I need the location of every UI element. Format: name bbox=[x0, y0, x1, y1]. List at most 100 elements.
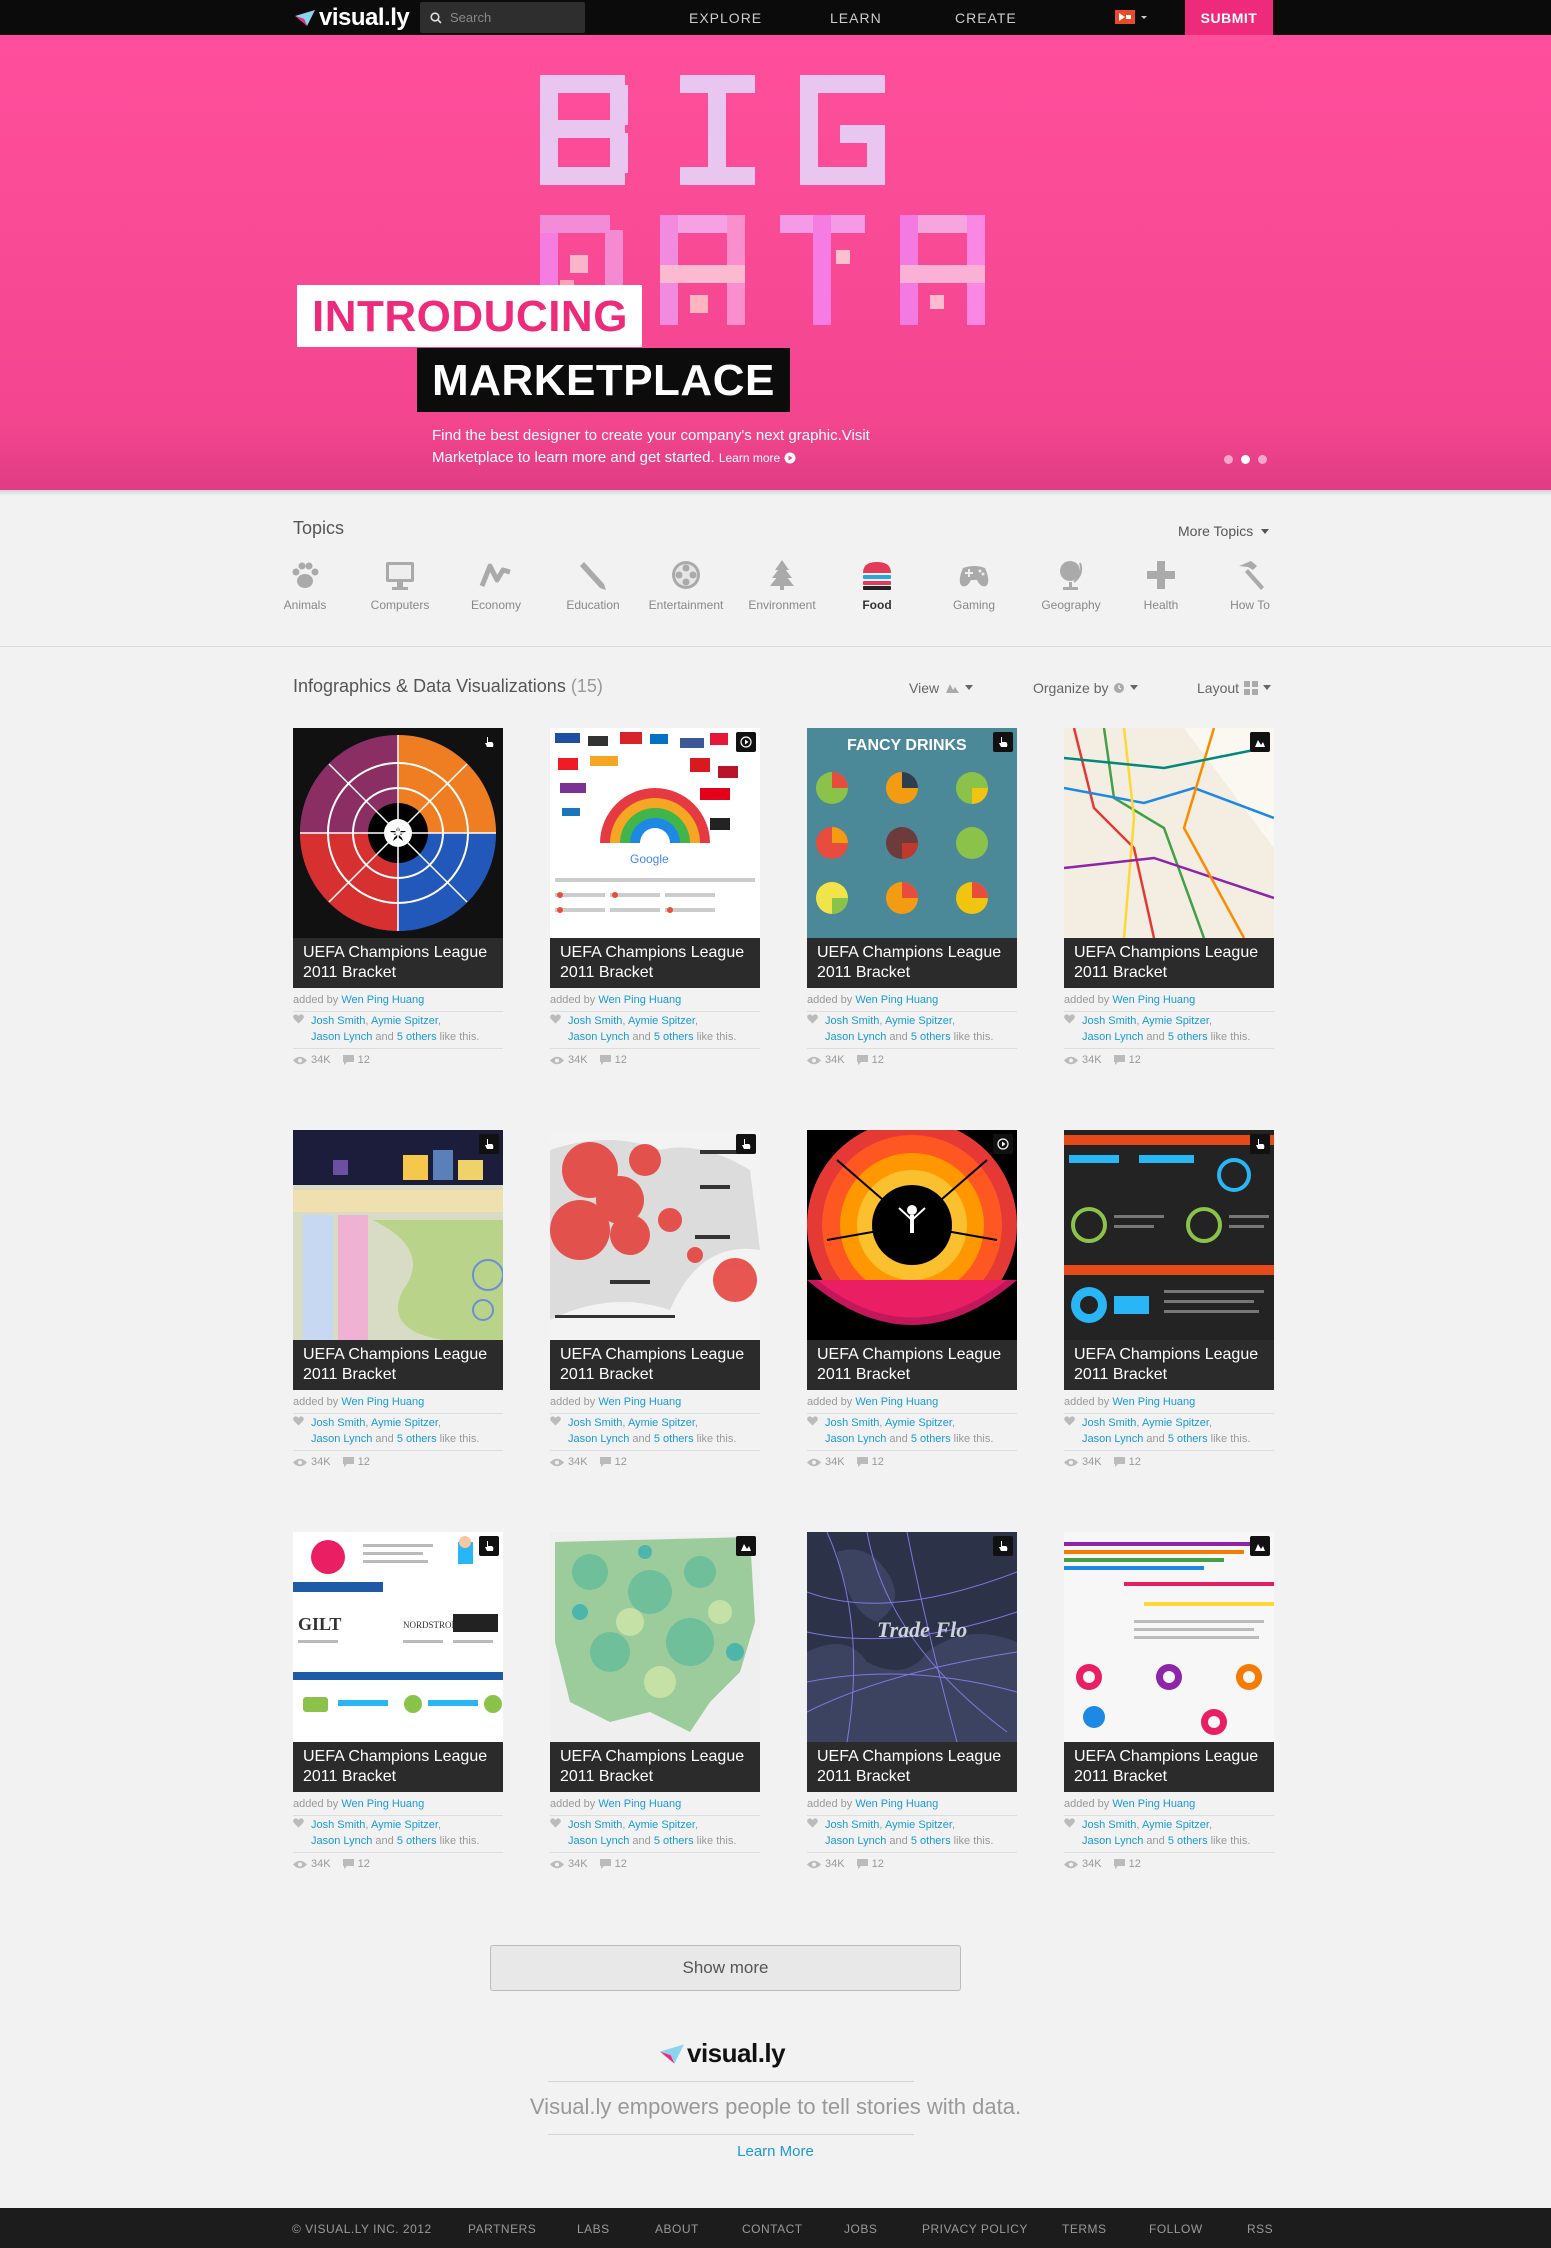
card-thumbnail[interactable] bbox=[807, 1130, 1017, 1340]
card-thumbnail[interactable] bbox=[550, 1532, 760, 1742]
card-title[interactable]: UEFA Champions League 2011 Bracket bbox=[1064, 1340, 1274, 1390]
liker-link[interactable]: Jason Lynch bbox=[311, 1433, 372, 1445]
heart-icon[interactable] bbox=[293, 1818, 304, 1828]
topic-food[interactable]: Food bbox=[832, 558, 922, 612]
liker-link[interactable]: Aymie Spitzer bbox=[885, 1015, 952, 1027]
card-title[interactable]: UEFA Champions League 2011 Bracket bbox=[293, 938, 503, 988]
liker-link[interactable]: Jason Lynch bbox=[1082, 1031, 1143, 1043]
account-menu[interactable] bbox=[1115, 10, 1149, 24]
card-author-link[interactable]: Wen Ping Huang bbox=[598, 1798, 681, 1810]
layout-dropdown[interactable]: Layout bbox=[1197, 680, 1272, 696]
liker-link[interactable]: Aymie Spitzer bbox=[628, 1015, 695, 1027]
footer-link-partners[interactable]: PARTNERS bbox=[468, 2208, 536, 2248]
liker-link[interactable]: Josh Smith bbox=[311, 1015, 365, 1027]
submit-button[interactable]: SUBMIT bbox=[1185, 0, 1273, 35]
liker-link[interactable]: Josh Smith bbox=[825, 1819, 879, 1831]
card-thumbnail[interactable] bbox=[550, 1130, 760, 1340]
heart-icon[interactable] bbox=[550, 1416, 561, 1426]
card-thumbnail[interactable] bbox=[1064, 1532, 1274, 1742]
liker-link[interactable]: Jason Lynch bbox=[1082, 1835, 1143, 1847]
footer-link-follow[interactable]: FOLLOW bbox=[1149, 2208, 1203, 2248]
footer-link-contact[interactable]: CONTACT bbox=[742, 2208, 803, 2248]
topic-entertainment[interactable]: Entertainment bbox=[641, 558, 731, 612]
card-title[interactable]: UEFA Champions League 2011 Bracket bbox=[807, 1742, 1017, 1792]
heart-icon[interactable] bbox=[293, 1014, 304, 1024]
card-author-link[interactable]: Wen Ping Huang bbox=[855, 1798, 938, 1810]
organize-dropdown[interactable]: Organize by bbox=[1033, 680, 1139, 696]
footer-link-rss[interactable]: RSS bbox=[1247, 2208, 1273, 2248]
topic-computers[interactable]: Computers bbox=[355, 558, 445, 612]
liker-link[interactable]: Josh Smith bbox=[568, 1417, 622, 1429]
others-link[interactable]: 5 others bbox=[1168, 1835, 1208, 1847]
topic-environment[interactable]: Environment bbox=[737, 558, 827, 612]
card-thumbnail[interactable] bbox=[1064, 728, 1274, 938]
liker-link[interactable]: Jason Lynch bbox=[311, 1835, 372, 1847]
liker-link[interactable]: Josh Smith bbox=[825, 1015, 879, 1027]
liker-link[interactable]: Jason Lynch bbox=[568, 1835, 629, 1847]
heart-icon[interactable] bbox=[1064, 1014, 1075, 1024]
others-link[interactable]: 5 others bbox=[654, 1433, 694, 1445]
card-thumbnail[interactable]: Trade Flo bbox=[807, 1532, 1017, 1742]
carousel-dot-3[interactable] bbox=[1258, 455, 1267, 464]
card-thumbnail[interactable]: GILT NORDSTROM bbox=[293, 1532, 503, 1742]
liker-link[interactable]: Josh Smith bbox=[568, 1819, 622, 1831]
heart-icon[interactable] bbox=[550, 1014, 561, 1024]
liker-link[interactable]: Josh Smith bbox=[825, 1417, 879, 1429]
footer-link-privacy-policy[interactable]: PRIVACY POLICY bbox=[922, 2208, 1028, 2248]
card-author-link[interactable]: Wen Ping Huang bbox=[855, 1396, 938, 1408]
liker-link[interactable]: Jason Lynch bbox=[568, 1031, 629, 1043]
liker-link[interactable]: Josh Smith bbox=[1082, 1819, 1136, 1831]
footer-link-labs[interactable]: LABS bbox=[577, 2208, 610, 2248]
topic-health[interactable]: Health bbox=[1116, 558, 1206, 612]
search-box[interactable] bbox=[420, 2, 585, 33]
liker-link[interactable]: Jason Lynch bbox=[311, 1031, 372, 1043]
card-author-link[interactable]: Wen Ping Huang bbox=[598, 994, 681, 1006]
card-thumbnail[interactable]: FANCY DRINKS bbox=[807, 728, 1017, 938]
liker-link[interactable]: Aymie Spitzer bbox=[885, 1417, 952, 1429]
liker-link[interactable]: Aymie Spitzer bbox=[628, 1819, 695, 1831]
heart-icon[interactable] bbox=[1064, 1818, 1075, 1828]
liker-link[interactable]: Aymie Spitzer bbox=[371, 1819, 438, 1831]
hero-learn-more-link[interactable]: Learn more bbox=[719, 451, 796, 465]
nav-explore[interactable]: EXPLORE bbox=[689, 0, 762, 35]
liker-link[interactable]: Jason Lynch bbox=[568, 1433, 629, 1445]
liker-link[interactable]: Aymie Spitzer bbox=[371, 1417, 438, 1429]
others-link[interactable]: 5 others bbox=[397, 1433, 437, 1445]
liker-link[interactable]: Aymie Spitzer bbox=[1142, 1417, 1209, 1429]
card-title[interactable]: UEFA Champions League 2011 Bracket bbox=[1064, 938, 1274, 988]
liker-link[interactable]: Jason Lynch bbox=[825, 1835, 886, 1847]
card-thumbnail[interactable] bbox=[293, 1130, 503, 1340]
heart-icon[interactable] bbox=[807, 1818, 818, 1828]
card-author-link[interactable]: Wen Ping Huang bbox=[598, 1396, 681, 1408]
card-title[interactable]: UEFA Champions League 2011 Bracket bbox=[293, 1340, 503, 1390]
others-link[interactable]: 5 others bbox=[911, 1835, 951, 1847]
nav-create[interactable]: CREATE bbox=[955, 0, 1017, 35]
others-link[interactable]: 5 others bbox=[397, 1835, 437, 1847]
topic-how-to[interactable]: How To bbox=[1205, 558, 1295, 612]
liker-link[interactable]: Josh Smith bbox=[1082, 1417, 1136, 1429]
footer-logo[interactable]: visual.ly bbox=[660, 2038, 786, 2069]
logo[interactable]: visual.ly bbox=[295, 4, 410, 31]
others-link[interactable]: 5 others bbox=[911, 1433, 951, 1445]
topic-education[interactable]: Education bbox=[548, 558, 638, 612]
topic-animals[interactable]: Animals bbox=[260, 558, 350, 612]
card-thumbnail[interactable] bbox=[293, 728, 503, 938]
carousel-dot-2[interactable] bbox=[1241, 455, 1250, 464]
card-thumbnail[interactable]: Google bbox=[550, 728, 760, 938]
card-title[interactable]: UEFA Champions League 2011 Bracket bbox=[1064, 1742, 1274, 1792]
nav-learn[interactable]: LEARN bbox=[830, 0, 882, 35]
more-topics-dropdown[interactable]: More Topics bbox=[1178, 523, 1270, 539]
heart-icon[interactable] bbox=[807, 1416, 818, 1426]
liker-link[interactable]: Aymie Spitzer bbox=[1142, 1015, 1209, 1027]
liker-link[interactable]: Aymie Spitzer bbox=[885, 1819, 952, 1831]
liker-link[interactable]: Jason Lynch bbox=[825, 1031, 886, 1043]
card-title[interactable]: UEFA Champions League 2011 Bracket bbox=[293, 1742, 503, 1792]
others-link[interactable]: 5 others bbox=[1168, 1433, 1208, 1445]
heart-icon[interactable] bbox=[550, 1818, 561, 1828]
others-link[interactable]: 5 others bbox=[654, 1031, 694, 1043]
topic-gaming[interactable]: Gaming bbox=[929, 558, 1019, 612]
others-link[interactable]: 5 others bbox=[911, 1031, 951, 1043]
card-author-link[interactable]: Wen Ping Huang bbox=[341, 1798, 424, 1810]
others-link[interactable]: 5 others bbox=[654, 1835, 694, 1847]
card-author-link[interactable]: Wen Ping Huang bbox=[1112, 994, 1195, 1006]
